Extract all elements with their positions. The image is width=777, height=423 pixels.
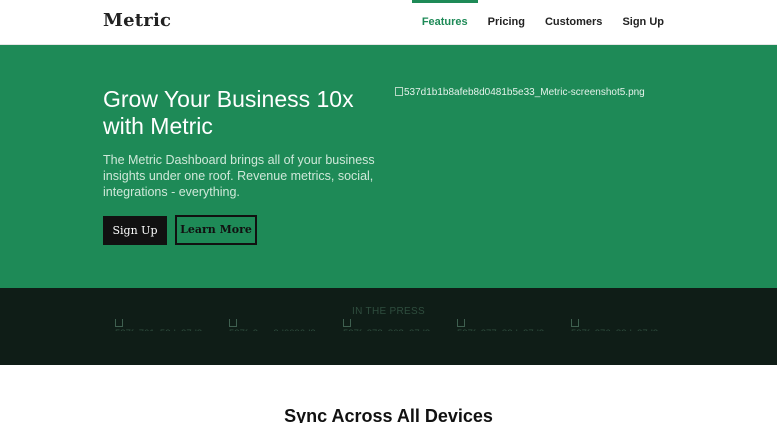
- broken-image-icon: [115, 319, 123, 327]
- press-logo: 537fe2eec3d0096d3: [229, 319, 329, 331]
- broken-image-icon: [229, 319, 237, 327]
- press-title: IN THE PRESS: [352, 306, 425, 317]
- site-header: Metric Features Pricing Customers Sign U…: [0, 0, 777, 45]
- broken-image-icon: [571, 319, 579, 327]
- sign-up-button[interactable]: Sign Up: [103, 216, 167, 245]
- hero-title: Grow Your Business 10x with Metric: [103, 86, 354, 139]
- broken-image-icon: [343, 319, 351, 327]
- press-logo: 537fe277a82da27d3: [457, 319, 557, 331]
- nav-customers[interactable]: Customers: [535, 0, 612, 45]
- hero-section: Grow Your Business 10x with Metric The M…: [0, 45, 777, 288]
- nav-pricing[interactable]: Pricing: [478, 0, 535, 45]
- learn-more-button[interactable]: Learn More: [175, 215, 257, 245]
- press-section: IN THE PRESS 537fa761e52da27d3 537fe2eec…: [0, 288, 777, 365]
- hero-image-alt: 537d1b1b8afeb8d0481b5e33_Metric-screensh…: [404, 87, 645, 98]
- logo[interactable]: Metric: [103, 10, 171, 31]
- nav-sign-up[interactable]: Sign Up: [612, 0, 674, 45]
- sync-section-title: Sync Across All Devices: [284, 406, 493, 423]
- broken-image-icon: [457, 319, 465, 327]
- main-nav: Features Pricing Customers Sign Up: [411, 0, 674, 45]
- press-logo: 537fa761e52da27d3: [115, 319, 215, 331]
- broken-image-icon: [395, 87, 403, 96]
- hero-description: The Metric Dashboard brings all of your …: [103, 153, 375, 199]
- press-logo: 537fe276e83da27d3: [571, 319, 671, 331]
- nav-features[interactable]: Features: [411, 0, 478, 45]
- press-logo: 537fe278e808e27d3: [343, 319, 443, 331]
- hero-screenshot-image: 537d1b1b8afeb8d0481b5e33_Metric-screensh…: [395, 87, 645, 98]
